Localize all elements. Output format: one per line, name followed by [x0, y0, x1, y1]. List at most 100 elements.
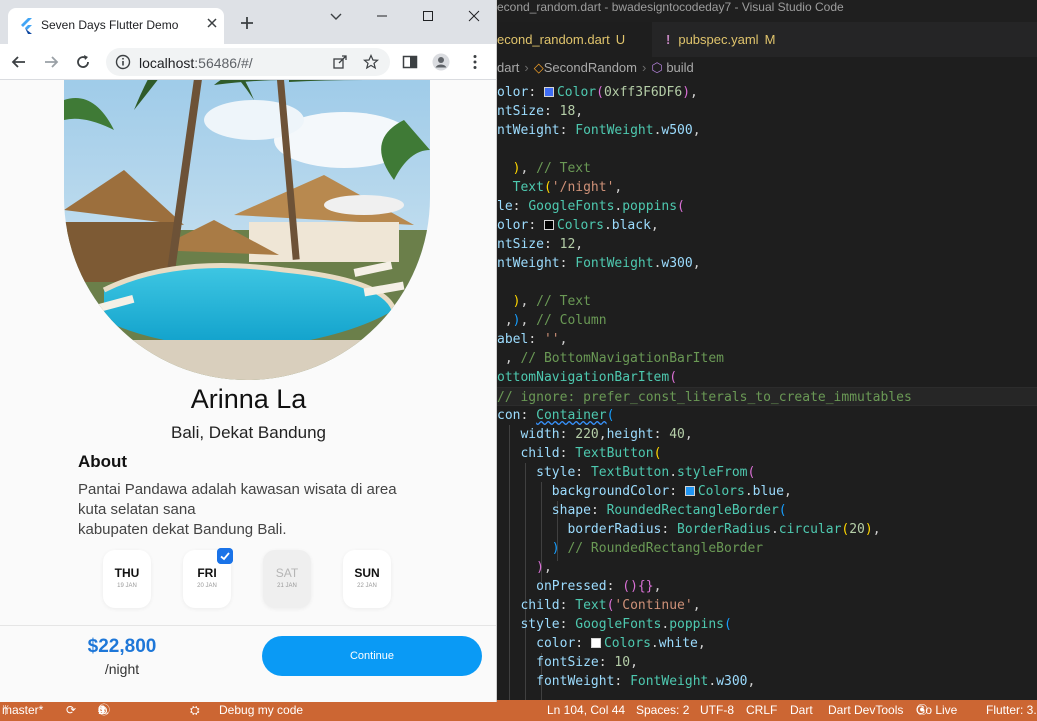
code-line: ,), // Column	[497, 313, 607, 328]
close-window-icon[interactable]	[466, 8, 482, 24]
day-name: SUN	[354, 566, 380, 580]
day-name: SAT	[275, 566, 299, 580]
code-line: width: 220,height: 40,	[520, 427, 693, 442]
code-line: abel: '',	[497, 332, 568, 347]
day-date: 20 JAN	[197, 583, 217, 589]
color-swatch[interactable]	[684, 486, 695, 496]
continue-button[interactable]: Continue	[262, 636, 482, 676]
day-card-fri[interactable]: FRI 20 JAN	[183, 548, 233, 608]
maximize-icon[interactable]	[420, 8, 436, 24]
breadcrumb-class[interactable]: SecondRandom	[544, 60, 637, 75]
place-name: Arinna La	[190, 384, 307, 414]
code-line: color: Colors.white,	[536, 636, 706, 651]
code-line: borderRadius: BorderRadius.circular(20),	[567, 522, 881, 537]
about-line-3: kabupaten dekat Bandung Bali.	[78, 521, 287, 538]
line-ending[interactable]: CRLF	[746, 700, 777, 721]
code-line: olor: Colors.black,	[497, 218, 659, 233]
tab-search-icon[interactable]	[328, 8, 344, 24]
more-menu-icon[interactable]	[466, 53, 484, 71]
address-bar[interactable]: localhost:56486/#/	[106, 48, 390, 76]
close-tab-icon[interactable]	[205, 16, 219, 30]
code-line: child: TextButton(	[520, 446, 662, 461]
back-icon[interactable]	[10, 53, 28, 71]
flutter-app: Arinna La Bali, Dekat Bandung About Pant…	[0, 80, 496, 702]
code-line: le: GoogleFonts.poppins(	[497, 199, 685, 214]
tab-title: Seven Days Flutter Demo	[41, 18, 179, 32]
about-description: Pantai Pandawa adalah kawasan wisata di …	[78, 480, 428, 540]
about-line-2: kuta selatan sana	[78, 501, 196, 518]
indentation[interactable]: Spaces: 2	[636, 700, 689, 721]
color-swatch[interactable]	[543, 87, 554, 97]
forward-icon[interactable]	[42, 53, 60, 71]
tab-status: U	[615, 32, 626, 47]
code-line: ),	[536, 560, 552, 575]
tab-second-random-dart[interactable]: econd_random.dart U	[497, 22, 652, 57]
breadcrumb: dart › ◇SecondRandom › ⬡ build	[497, 57, 1037, 79]
debug-status[interactable]: Debug my code	[219, 700, 303, 721]
url-text: localhost:56486/#/	[139, 55, 253, 71]
side-panel-icon[interactable]	[401, 53, 419, 71]
class-icon: ◇	[533, 60, 544, 75]
code-line: onPressed: (){},	[536, 579, 662, 594]
tab-strip: Seven Days Flutter Demo	[0, 0, 496, 44]
day-name: THU	[114, 566, 140, 580]
code-line: ntSize: 18,	[497, 104, 584, 119]
status-bar: ᛘ master* ⟳ ⊗ 0 ⚠ 0 ⓘ 4 ⛭ Debug my code Ln…	[0, 700, 1037, 721]
share-icon[interactable]	[332, 54, 348, 70]
vscode-window-title: econd_random.dart - bwadesigntocodeday7 …	[497, 0, 844, 14]
day-card-sat[interactable]: SAT 21 JAN	[263, 550, 311, 608]
tab-label: econd_random.dart	[497, 32, 610, 47]
profile-avatar-icon[interactable]	[432, 53, 450, 71]
encoding[interactable]: UTF-8	[700, 700, 734, 721]
color-swatch[interactable]	[543, 220, 554, 230]
flutter-icon	[21, 18, 32, 34]
day-card-sun[interactable]: SUN 22 JAN	[343, 550, 391, 608]
day-date: 19 JAN	[117, 583, 137, 589]
code-line: ) // RoundedRectangleBorder	[551, 541, 764, 556]
breadcrumb-file[interactable]: dart	[497, 60, 519, 75]
about-line-1: Pantai Pandawa adalah kawasan wisata di …	[78, 481, 397, 498]
bookmark-star-icon[interactable]	[363, 54, 379, 70]
language-mode[interactable]: Dart	[790, 700, 813, 721]
info-icon[interactable]	[115, 54, 131, 70]
hero-image	[64, 80, 430, 380]
vscode-title-bar: econd_random.dart - bwadesigntocodeday7 …	[497, 0, 1037, 22]
check-icon	[217, 548, 233, 564]
breadcrumb-method[interactable]: build	[666, 60, 693, 75]
code-line: olor: Color(0xff3F6DF6),	[497, 85, 698, 100]
flutter-version[interactable]: Flutter: 3.	[986, 700, 1037, 721]
code-line-current: // ignore: prefer_const_literals_to_crea…	[497, 387, 1037, 406]
new-tab-icon[interactable]	[240, 16, 254, 30]
dart-devtools[interactable]: Dart DevTools	[828, 700, 903, 721]
code-line: ntWeight: FontWeight.w500,	[497, 123, 701, 138]
day-date: 22 JAN	[357, 583, 377, 589]
code-line: shape: RoundedRectangleBorder(	[551, 503, 787, 518]
color-swatch[interactable]	[590, 638, 601, 648]
sync-icon[interactable]: ⟳	[66, 700, 76, 721]
minimize-icon[interactable]	[374, 8, 390, 24]
editor-tab-bar: econd_random.dart U ! pubspec.yaml M	[497, 22, 1037, 57]
day-name: FRI	[197, 566, 217, 580]
code-line: ntWeight: FontWeight.w300,	[497, 256, 701, 271]
about-heading: About	[78, 452, 128, 471]
debug-icon[interactable]: ⛭	[190, 700, 200, 721]
code-line: fontSize: 10,	[536, 655, 638, 670]
reload-icon[interactable]	[74, 53, 92, 71]
code-line: Text('/night',	[512, 180, 623, 195]
code-editor[interactable]: olor: Color(0xff3F6DF6), ntSize: 18, ntW…	[497, 83, 1037, 700]
code-line: child: Text('Continue',	[520, 598, 701, 613]
browser-tab[interactable]: Seven Days Flutter Demo	[8, 8, 224, 44]
cursor-position[interactable]: Ln 104, Col 44	[547, 700, 625, 721]
tab-pubspec-yaml[interactable]: ! pubspec.yaml M	[652, 22, 807, 57]
code-line: , // BottomNavigationBarItem	[497, 351, 724, 366]
day-card-thu[interactable]: THU 19 JAN	[103, 550, 151, 608]
code-line: ), // Text	[512, 161, 591, 176]
code-line: ntSize: 12,	[497, 237, 584, 252]
yaml-file-icon: !	[666, 32, 671, 47]
chevron-right-icon: ›	[641, 60, 647, 75]
tab-status: M	[764, 32, 776, 47]
resort-pool-illustration	[64, 80, 430, 380]
code-line: style: GoogleFonts.poppins(	[520, 617, 732, 632]
code-line: fontWeight: FontWeight.w300,	[536, 674, 756, 689]
tab-label: pubspec.yaml	[678, 32, 759, 47]
